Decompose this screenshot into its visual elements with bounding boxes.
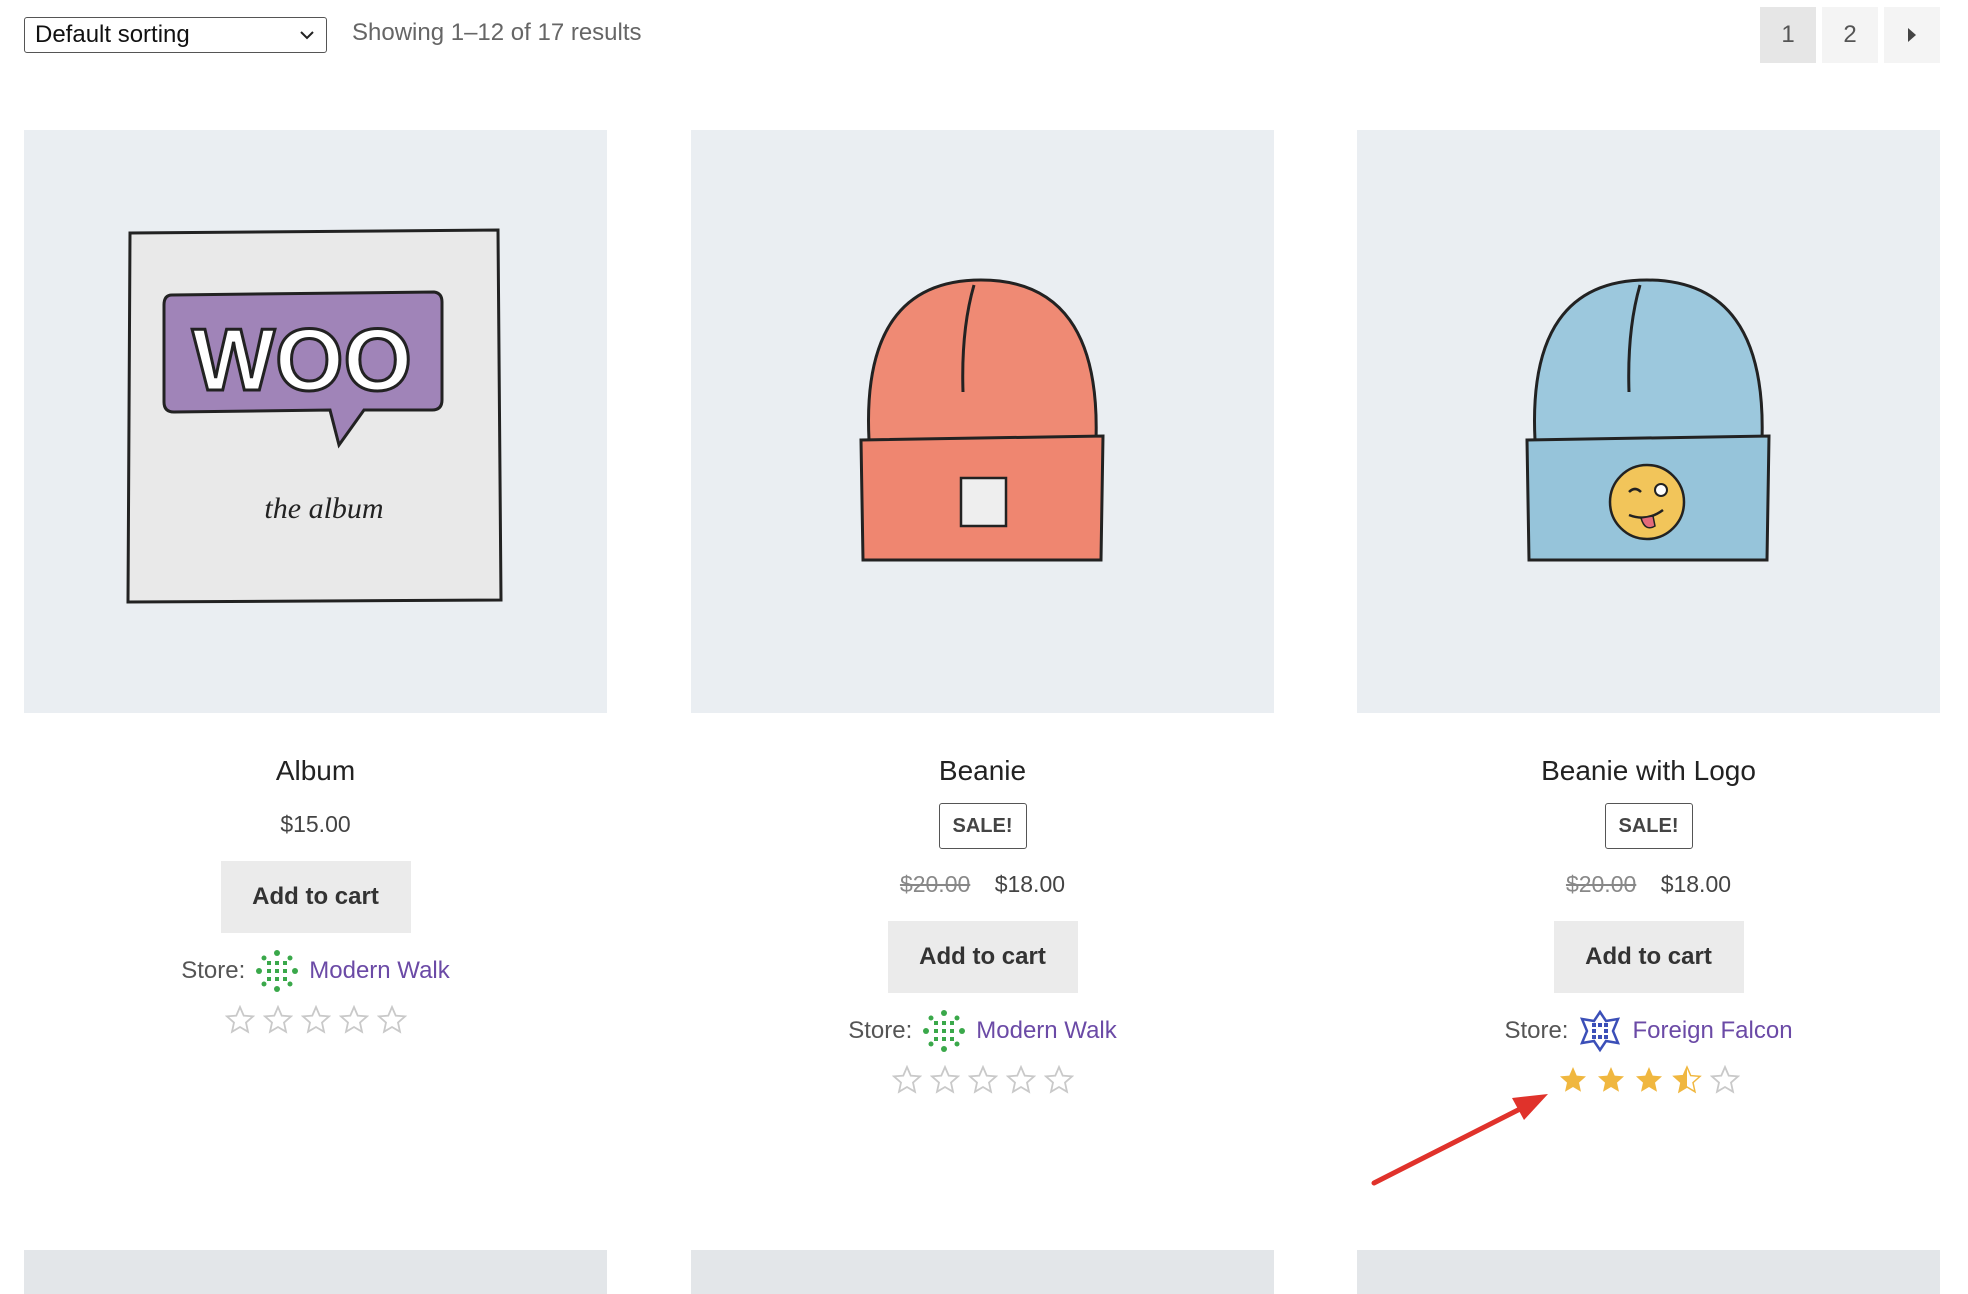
product-image-partial[interactable] [691, 1250, 1274, 1294]
sort-select[interactable]: Default sorting [24, 17, 327, 53]
star-icon [967, 1065, 998, 1094]
beanie-illustration [859, 278, 1105, 562]
chevron-right-icon [1908, 28, 1916, 42]
product-image-album[interactable]: WOO the album [24, 130, 607, 713]
star-icon [1597, 1067, 1624, 1092]
product-title[interactable]: Album [24, 753, 607, 789]
store-info: Store: Modern Walk [24, 949, 607, 993]
original-price: $20.00 [1565, 871, 1637, 897]
album-caption-text: the album [264, 492, 383, 525]
next-page-button[interactable] [1884, 7, 1940, 63]
add-to-cart-button[interactable]: Add to cart [1553, 921, 1744, 993]
beanie-with-logo-illustration [1525, 278, 1771, 562]
star-icon [376, 1005, 407, 1034]
store-link[interactable]: Modern Walk [309, 957, 449, 985]
current-price: $15.00 [280, 811, 351, 837]
product-price: $20.00 $18.00 [1357, 869, 1940, 899]
pagination: 1 2 [1760, 7, 1940, 63]
product-image-partial[interactable] [1357, 1250, 1940, 1294]
store-info: Store: Modern Walk [691, 1009, 1274, 1053]
sale-badge: SALE! [938, 803, 1027, 849]
product-card: Beanie SALE! $20.00 $18.00 Add to cart S… [691, 130, 1274, 1095]
modern-walk-logo-icon [256, 950, 299, 992]
original-price: $20.00 [899, 871, 971, 897]
modern-walk-logo-icon [923, 1010, 966, 1052]
page-2-link[interactable]: 2 [1822, 7, 1878, 63]
store-info: Store: Foreign Falcon [1357, 1009, 1940, 1053]
current-price: $18.00 [1660, 871, 1732, 897]
product-image-beanie-with-logo[interactable] [1357, 130, 1940, 713]
store-label: Store: [181, 957, 246, 984]
product-image-beanie[interactable] [691, 130, 1274, 713]
star-icon [929, 1065, 960, 1094]
product-price: $20.00 $18.00 [691, 869, 1274, 899]
star-icon [1043, 1065, 1074, 1094]
product-title[interactable]: Beanie with Logo [1357, 753, 1940, 789]
star-icon [1635, 1067, 1662, 1092]
add-to-cart-button[interactable]: Add to cart [887, 921, 1078, 993]
star-rating [1357, 1065, 1940, 1095]
star-icon [1709, 1065, 1740, 1094]
foreign-falcon-logo-icon [1580, 1009, 1621, 1053]
album-logo-text: WOO [192, 310, 412, 409]
product-image-partial[interactable] [24, 1250, 607, 1294]
star-icon [338, 1005, 369, 1034]
star-rating [24, 1005, 607, 1035]
product-price: $15.00 [24, 809, 607, 839]
star-icon [891, 1065, 922, 1094]
store-label: Store: [848, 1017, 913, 1044]
star-icon [224, 1005, 255, 1034]
product-card: WOO the album Album $15.00 Add to cart S… [24, 130, 607, 1035]
star-icon [300, 1005, 331, 1034]
add-to-cart-button[interactable]: Add to cart [220, 861, 411, 933]
store-link[interactable]: Foreign Falcon [1632, 1017, 1792, 1045]
star-icon [1005, 1065, 1036, 1094]
star-icon [262, 1005, 293, 1034]
page-1-link[interactable]: 1 [1760, 7, 1816, 63]
star-icon [1671, 1065, 1702, 1094]
product-title[interactable]: Beanie [691, 753, 1274, 789]
album-illustration: WOO the album [126, 228, 503, 604]
current-price: $18.00 [994, 871, 1066, 897]
result-count: Showing 1–12 of 17 results [352, 19, 642, 46]
star-icon [1559, 1067, 1586, 1092]
sale-badge: SALE! [1604, 803, 1693, 849]
chevron-down-icon [300, 31, 314, 40]
store-label: Store: [1504, 1017, 1569, 1044]
store-link[interactable]: Modern Walk [976, 1017, 1116, 1045]
product-card: Beanie with Logo SALE! $20.00 $18.00 Add… [1357, 130, 1940, 1095]
sort-select-value: Default sorting [35, 21, 190, 48]
star-rating [691, 1065, 1274, 1095]
